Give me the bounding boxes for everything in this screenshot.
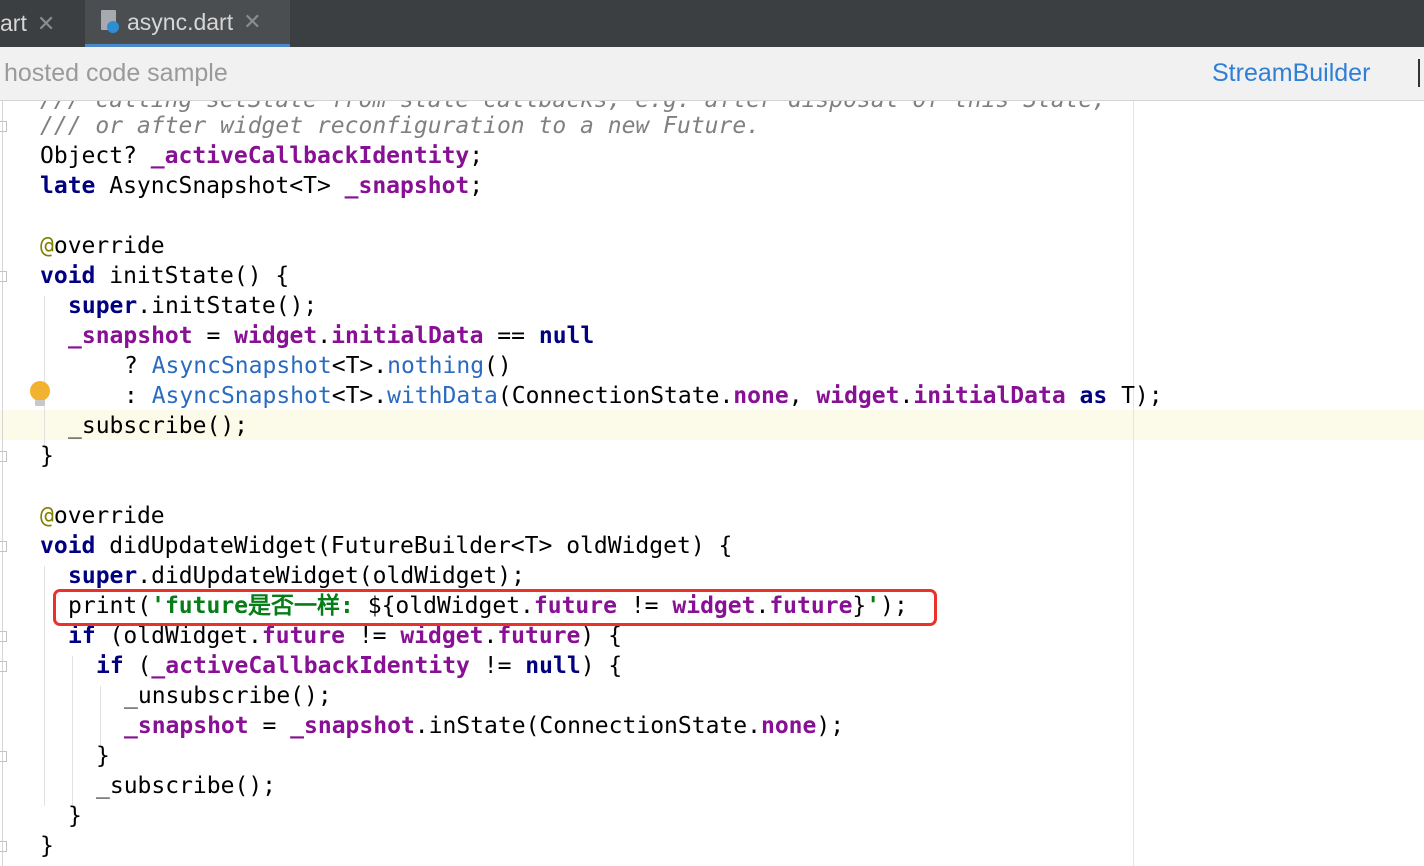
code-line: void didUpdateWidget(FutureBuilder<T> ol…	[40, 533, 733, 559]
fold-marker[interactable]	[0, 271, 7, 282]
fold-marker[interactable]	[0, 541, 7, 552]
code-line: }	[68, 803, 82, 829]
streambuilder-link[interactable]: StreamBuilder	[1212, 59, 1370, 88]
code-line: }	[96, 743, 110, 769]
code-line: super.initState();	[68, 293, 318, 319]
code-line: ? AsyncSnapshot<T>.nothing()	[124, 353, 512, 379]
code-line: }	[40, 833, 54, 859]
fold-marker[interactable]	[0, 631, 7, 642]
code-line: /// or after widget reconfiguration to a…	[40, 113, 761, 139]
fold-marker[interactable]	[0, 751, 7, 762]
tab-label: async.dart	[127, 8, 234, 35]
close-icon[interactable]: ✕	[243, 9, 261, 35]
code-line: _snapshot = widget.initialData == null	[68, 323, 595, 349]
sample-label: hosted code sample	[4, 59, 228, 87]
fold-marker[interactable]	[0, 121, 7, 132]
indent-guide	[44, 296, 45, 448]
hosted-code-sample-bar: hosted code sample StreamBuilder	[0, 47, 1424, 101]
editor-tab-bar: art ✕ async.dart ✕	[0, 0, 1424, 47]
lightbulb-icon[interactable]	[30, 381, 50, 409]
fold-marker[interactable]	[0, 451, 7, 462]
right-margin-guide	[1133, 101, 1134, 866]
code-line: void initState() {	[40, 263, 290, 289]
code-line: late AsyncSnapshot<T> _snapshot;	[40, 173, 484, 199]
tab-label: art	[0, 10, 27, 36]
code-line: super.didUpdateWidget(oldWidget);	[68, 563, 525, 589]
fold-marker[interactable]	[0, 841, 7, 852]
code-line: }	[40, 443, 54, 469]
highlight-annotation-box	[53, 589, 937, 626]
tab-partial-dart-file[interactable]: art ✕	[0, 0, 78, 47]
code-line: _snapshot = _snapshot.inState(Connection…	[124, 713, 845, 739]
fold-marker[interactable]	[0, 661, 7, 672]
code-line: _unsubscribe();	[124, 683, 332, 709]
code-line: _subscribe();	[96, 773, 277, 799]
tab-async-dart[interactable]: async.dart ✕	[85, 0, 290, 47]
close-icon[interactable]: ✕	[37, 11, 55, 37]
dart-file-icon	[99, 10, 119, 34]
code-line: @override	[40, 233, 165, 259]
code-line: : AsyncSnapshot<T>.withData(ConnectionSt…	[124, 383, 1163, 409]
code-editor[interactable]: /// calling setState from stale callback…	[0, 101, 1424, 866]
indent-guide	[44, 566, 45, 806]
indent-guide	[72, 656, 73, 806]
code-line: @override	[40, 503, 165, 529]
divider	[1418, 59, 1420, 87]
code-line: _subscribe();	[68, 413, 249, 439]
code-line: Object? _activeCallbackIdentity;	[40, 143, 484, 169]
indent-guide	[100, 686, 101, 746]
code-line: if (_activeCallbackIdentity != null) {	[96, 653, 623, 679]
